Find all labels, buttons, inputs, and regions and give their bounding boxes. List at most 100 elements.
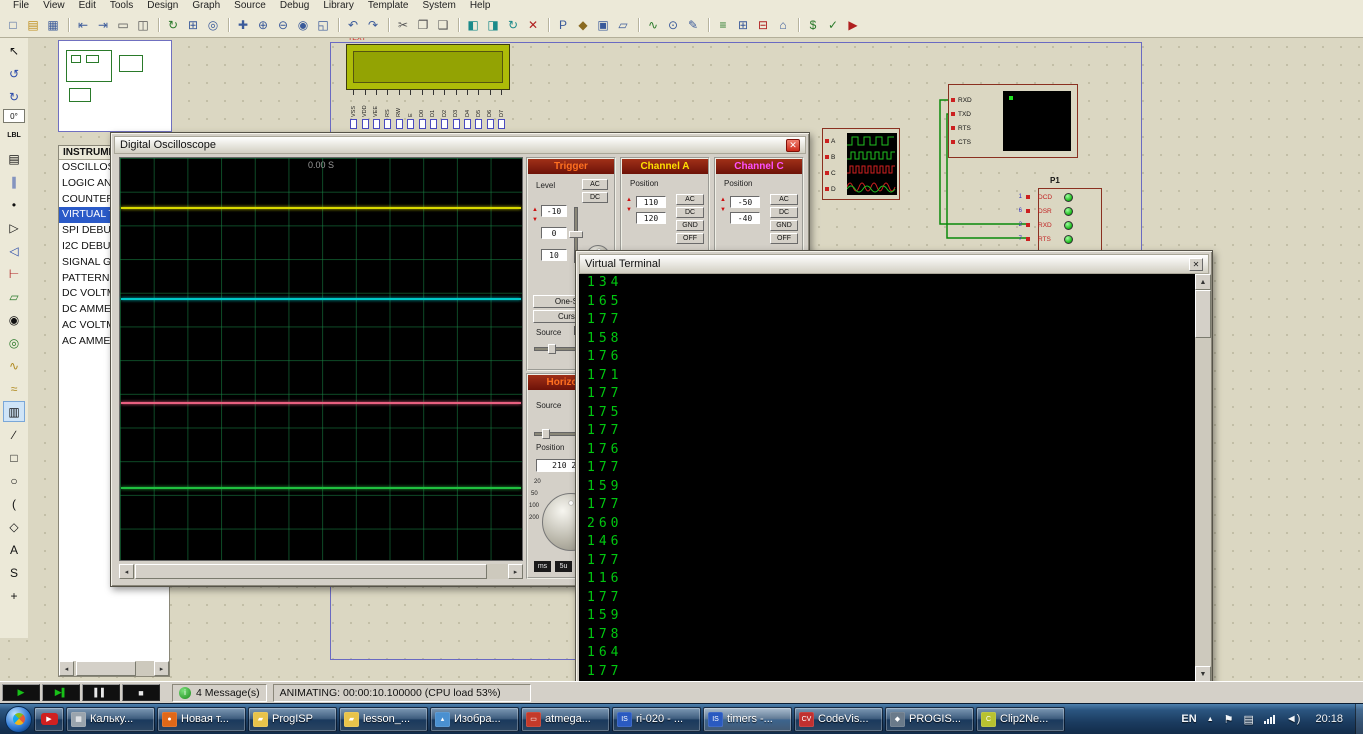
channel-c-down-icon[interactable]: ▼ [720,207,726,213]
scroll-down-icon[interactable]: ▼ [1195,666,1211,682]
trigger-up-icon[interactable]: ▲ [532,207,538,213]
oscilloscope-titlebar[interactable]: Digital Oscilloscope ✕ [114,136,806,154]
block-rotate-icon[interactable]: ↻ [503,15,523,35]
cut-icon[interactable]: ✂ [393,15,413,35]
new-sheet-icon[interactable]: ⊞ [733,15,753,35]
taskbar-app-media[interactable]: ▶ [34,707,64,732]
menu-item[interactable]: File [6,0,36,11]
message-panel[interactable]: i 4 Message(s) [172,684,267,702]
document-tray-icon[interactable]: ▤ [1244,713,1254,726]
paste-icon[interactable]: ❑ [433,15,453,35]
clock[interactable]: 20:18 [1315,713,1343,725]
channel-a-dc-button[interactable]: DC [676,207,704,218]
copy-icon[interactable]: ❐ [413,15,433,35]
block-delete-icon[interactable]: ✕ [523,15,543,35]
rotate-anticlockwise-icon[interactable]: ↺ [3,63,25,84]
trigger-down-icon[interactable]: ▼ [532,217,538,223]
decompose-icon[interactable]: ▱ [613,15,633,35]
terminal-window[interactable]: Virtual Terminal ✕ 134165177158176171177… [575,250,1213,700]
packaging-tool-icon[interactable]: ▣ [593,15,613,35]
scroll-left-icon[interactable]: ◂ [59,661,74,676]
zoom-all-icon[interactable]: ◉ [293,15,313,35]
menu-item[interactable]: System [415,0,462,11]
channel-a-gnd-button[interactable]: GND [676,220,704,231]
taskbar-app-codevision[interactable]: CV CodeVis... [794,707,883,732]
close-icon[interactable]: ✕ [1189,258,1203,271]
make-device-icon[interactable]: ◆ [573,15,593,35]
action-center-flag-icon[interactable]: ⚑ [1224,713,1234,726]
export-section-icon[interactable]: ⇥ [93,15,113,35]
channel-c-off-button[interactable]: OFF [770,233,798,244]
close-icon[interactable]: ✕ [786,139,800,152]
trigger-dc-button[interactable]: DC [582,192,608,203]
block-copy-icon[interactable]: ◧ [463,15,483,35]
taskbar-app-lesson-folder[interactable]: ▰ lesson_... [339,707,428,732]
design-explorer-icon[interactable]: ≡ [713,15,733,35]
stop-button[interactable]: ■ [122,684,160,701]
toggle-grid-icon[interactable]: ⊞ [183,15,203,35]
menu-item[interactable]: View [36,0,72,11]
menu-item[interactable]: Tools [103,0,140,11]
menu-item[interactable]: Library [316,0,361,11]
rotation-angle-box[interactable]: 0° [3,109,25,123]
terminal-vscrollbar[interactable]: ▲ ▼ [1195,274,1211,682]
netlist-to-ares-icon[interactable]: ▶ [843,15,863,35]
remove-sheet-icon[interactable]: ⊟ [753,15,773,35]
play-button[interactable]: ▶ [2,684,40,701]
volume-icon[interactable]: ◄) [1286,713,1301,725]
tape-recorder-icon[interactable]: ◉ [3,309,25,330]
taskbar-app-isis-timers[interactable]: IS timers -... [703,707,792,732]
terminal-mode-icon[interactable]: ◁ [3,240,25,261]
scroll-right-icon[interactable]: ▸ [508,564,523,579]
taskbar-app-image-viewer[interactable]: ▴ Изобра... [430,707,519,732]
redo-icon[interactable]: ↷ [363,15,383,35]
zoom-area-icon[interactable]: ◱ [313,15,333,35]
mark-output-area-icon[interactable]: ◫ [133,15,153,35]
zoom-out-icon[interactable]: ⊖ [273,15,293,35]
scope-hscrollbar[interactable]: ◂ ▸ [119,564,523,579]
channel-c-gnd-button[interactable]: GND [770,220,798,231]
menu-item[interactable]: Edit [72,0,103,11]
overview-pane[interactable] [58,40,172,132]
wire-autorouter-icon[interactable]: ∿ [643,15,663,35]
pick-parts-icon[interactable]: P [553,15,573,35]
component-mode-icon[interactable]: ▷ [3,217,25,238]
start-button[interactable] [5,706,32,733]
scroll-up-icon[interactable]: ▲ [1195,274,1211,290]
taskbar-app-progisp-folder[interactable]: ▰ ProgISP [248,707,337,732]
selection-mode-icon[interactable]: ↖ [3,40,25,61]
current-probe-icon[interactable]: ≈ [3,378,25,399]
language-indicator[interactable]: EN [1181,713,1196,725]
instruments-hscrollbar[interactable]: ◂ ▸ [59,661,169,676]
graph-mode-icon[interactable]: ▱ [3,286,25,307]
menu-item[interactable]: Help [463,0,498,11]
device-pin-icon[interactable]: ⊢ [3,263,25,284]
line-graphic-icon[interactable]: ∕ [3,424,25,445]
oscilloscope-component[interactable]: A B C D [822,128,900,200]
channel-a-up-icon[interactable]: ▲ [626,197,632,203]
refresh-display-icon[interactable]: ↻ [163,15,183,35]
path-graphic-icon[interactable]: ◇ [3,516,25,537]
channel-c-up-icon[interactable]: ▲ [720,197,726,203]
save-design-icon[interactable]: ▦ [43,15,63,35]
print-icon[interactable]: ▭ [113,15,133,35]
open-design-icon[interactable]: ▤ [23,15,43,35]
marker-graphic-icon[interactable]: + [3,585,25,606]
box-graphic-icon[interactable]: □ [3,447,25,468]
virtual-instrument-icon[interactable]: ▥ [3,401,25,422]
menu-item[interactable]: Graph [185,0,227,11]
network-icon[interactable] [1264,715,1276,724]
channel-c-dc-button[interactable]: DC [770,207,798,218]
bill-of-materials-icon[interactable]: $ [803,15,823,35]
menu-item[interactable]: Debug [273,0,316,11]
symbol-graphic-icon[interactable]: S [3,562,25,583]
rotate-clockwise-icon[interactable]: ↻ [3,86,25,107]
taskbar-app-pdf-atmega[interactable]: ▭ atmega... [521,707,610,732]
terminal-titlebar[interactable]: Virtual Terminal ✕ [579,254,1209,274]
scroll-left-icon[interactable]: ◂ [119,564,134,579]
text-graphic-icon[interactable]: A [3,539,25,560]
channel-a-down-icon[interactable]: ▼ [626,207,632,213]
show-hidden-icons[interactable]: ▲ [1207,716,1214,723]
taskbar-app-calculator[interactable]: ▦ Кальку... [66,707,155,732]
generator-mode-icon[interactable]: ◎ [3,332,25,353]
